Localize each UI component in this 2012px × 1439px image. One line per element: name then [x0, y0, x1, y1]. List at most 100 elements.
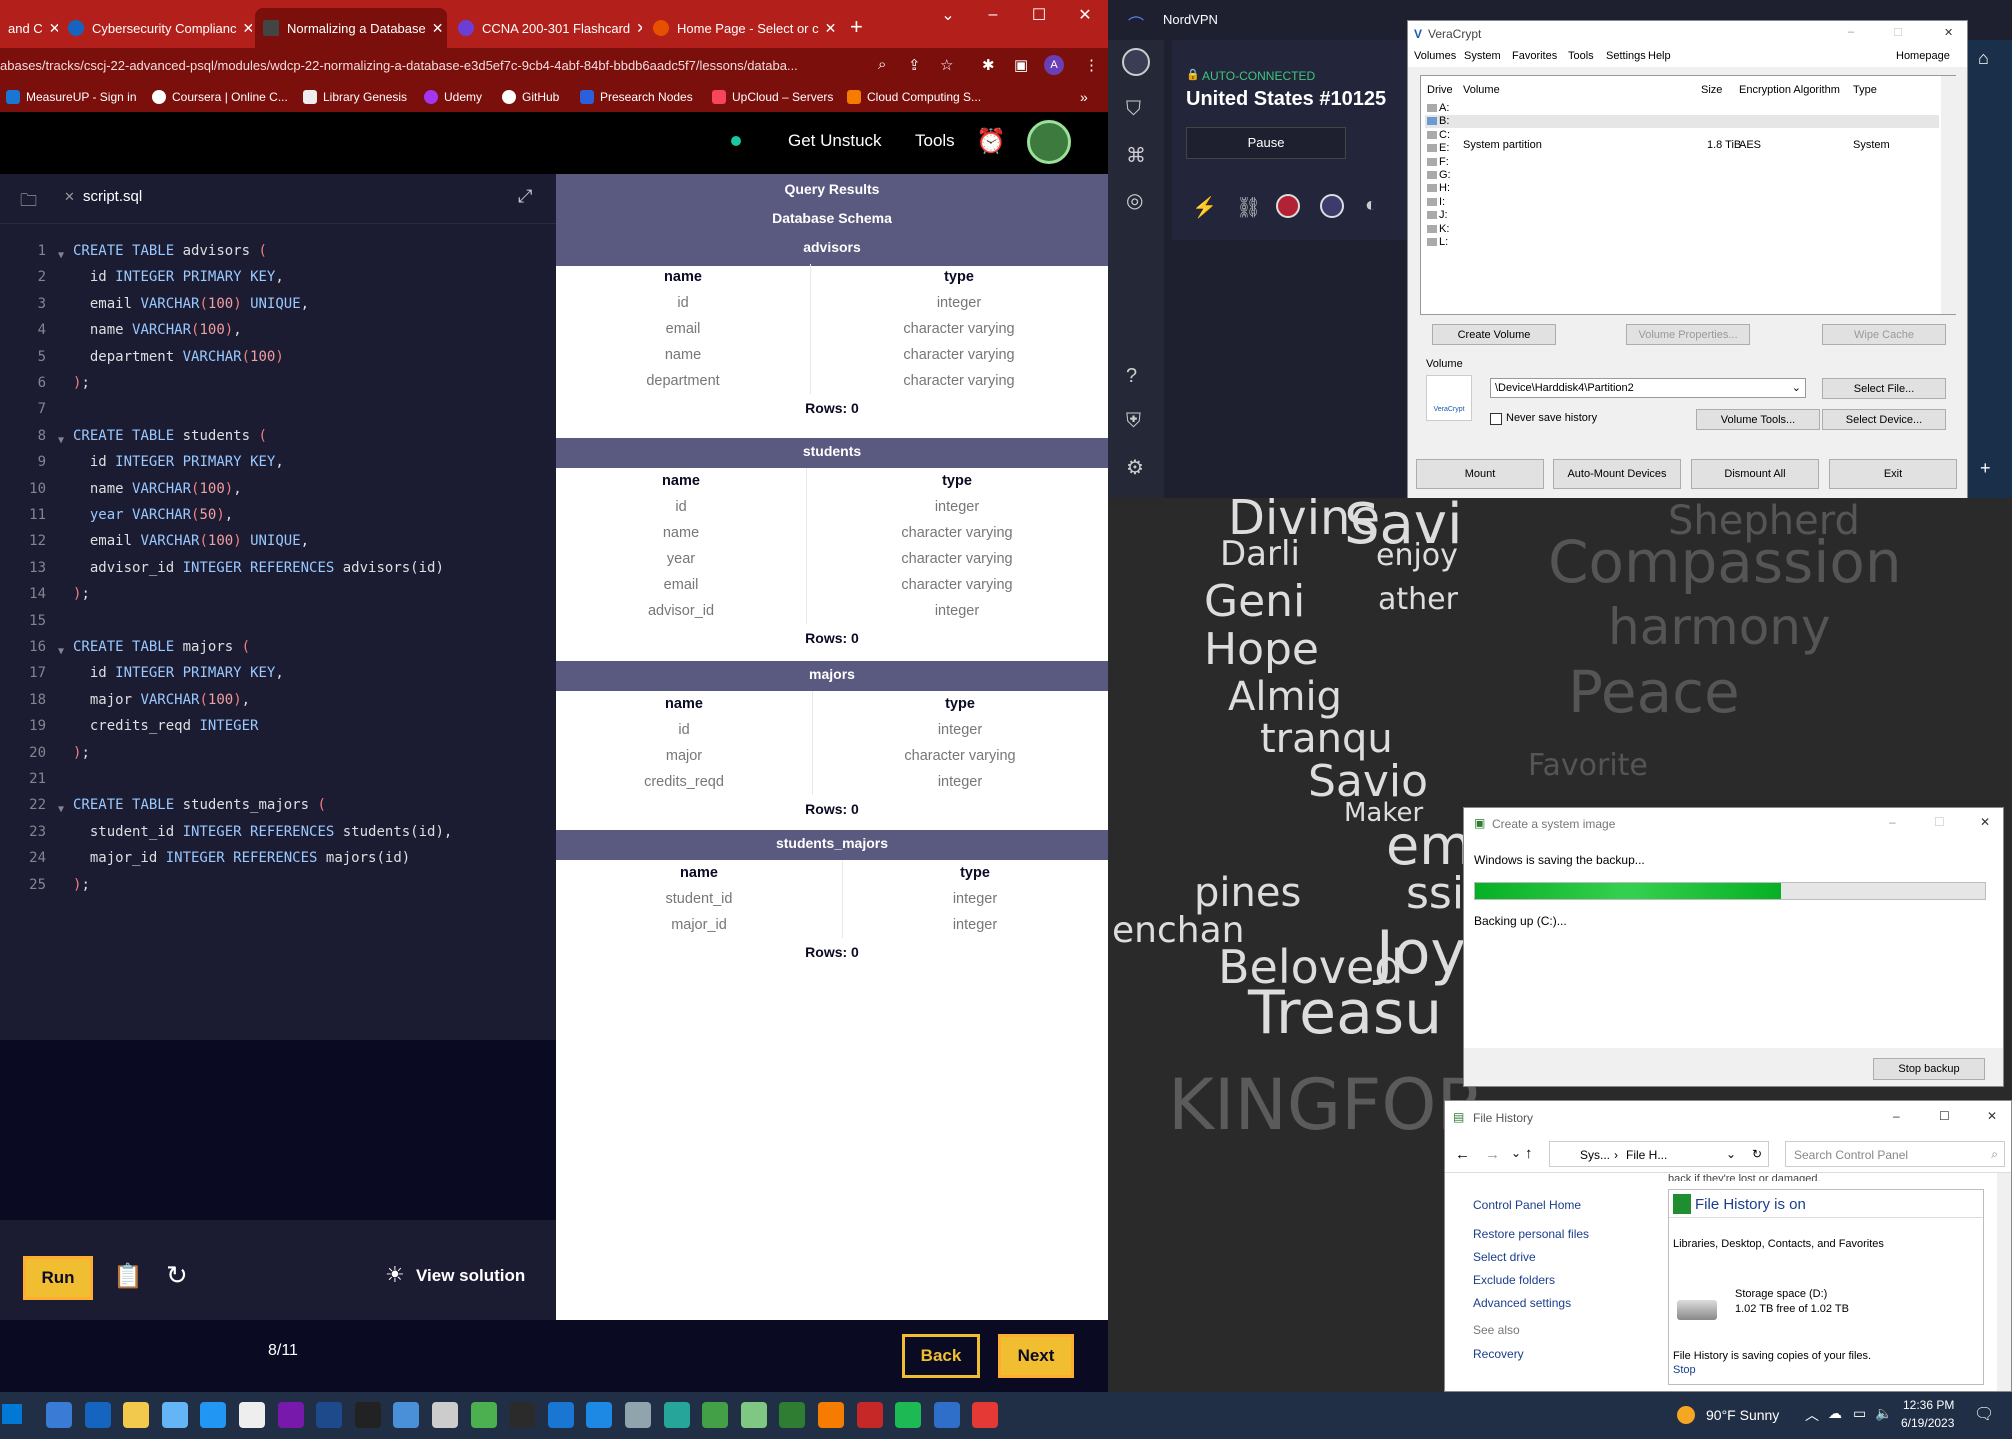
share-icon[interactable]: ⇪: [908, 56, 921, 74]
auto-mount-button[interactable]: Auto-Mount Devices: [1553, 459, 1681, 489]
close-icon[interactable]: ✕: [237, 20, 253, 37]
close-icon[interactable]: ✕: [1987, 1109, 1997, 1123]
scrollbar[interactable]: [1997, 1173, 2011, 1391]
side-link[interactable]: Restore personal files: [1473, 1227, 1589, 1241]
next-button[interactable]: Next: [998, 1334, 1074, 1378]
code-line[interactable]: CREATE TABLE advisors (: [73, 238, 267, 264]
minimize-icon[interactable]: –: [1848, 26, 1854, 38]
star-icon[interactable]: ☆: [940, 56, 953, 74]
select-file-button[interactable]: Select File...: [1822, 378, 1946, 399]
minimize-icon[interactable]: –: [970, 0, 1016, 30]
close-icon[interactable]: ✕: [426, 20, 444, 37]
clipboard-icon[interactable]: 📋: [113, 1262, 143, 1291]
stop-link[interactable]: Stop: [1673, 1364, 1696, 1376]
avatar[interactable]: [1027, 120, 1071, 164]
new-tab-icon[interactable]: +: [850, 14, 863, 40]
menu-help[interactable]: Help: [1648, 50, 1671, 62]
task-view-icon[interactable]: [46, 1402, 72, 1428]
menu-favorites[interactable]: Favorites: [1512, 50, 1557, 62]
address-bar[interactable]: abases/tracks/cscj-22-advanced-psql/modu…: [0, 48, 1108, 84]
spotify-icon[interactable]: [895, 1402, 922, 1428]
volume-path-combo[interactable]: \Device\Harddisk4\Partition2 ⌄: [1490, 378, 1806, 398]
drive-row[interactable]: J:: [1425, 209, 1939, 222]
file-tab-label[interactable]: script.sql: [83, 188, 142, 205]
drive-row[interactable]: E:: [1425, 142, 1939, 155]
keepass-icon[interactable]: [702, 1402, 729, 1428]
mount-button[interactable]: Mount: [1416, 459, 1544, 489]
code-line[interactable]: CREATE TABLE students (: [73, 423, 267, 449]
search-input[interactable]: Search Control Panel ⌕: [1785, 1141, 2005, 1167]
code-line[interactable]: );: [73, 370, 90, 396]
menu-icon[interactable]: ⋮: [1084, 56, 1099, 74]
tab-5[interactable]: Home Page - Select or c ✕: [645, 8, 837, 48]
fold-arrow-icon[interactable]: ▼: [58, 243, 64, 269]
back-arrow-icon[interactable]: ←: [1455, 1146, 1470, 1163]
tab-3-active[interactable]: Normalizing a Database ✕: [255, 8, 447, 48]
back-button[interactable]: Back: [902, 1334, 980, 1378]
spinner-icon[interactable]: [779, 1402, 806, 1428]
help-icon[interactable]: ?: [1126, 365, 1137, 388]
store-icon[interactable]: [161, 1402, 188, 1428]
settings-icon[interactable]: [432, 1402, 458, 1428]
close-icon[interactable]: ✕: [1980, 815, 1990, 829]
col-volume[interactable]: Volume: [1463, 84, 1500, 96]
us-flag-icon[interactable]: [1276, 194, 1300, 218]
onion-icon[interactable]: ◐: [1365, 194, 1377, 217]
tab-1[interactable]: and C ✕: [0, 8, 58, 48]
close-icon[interactable]: ✕: [43, 20, 58, 37]
view-solution-button[interactable]: View solution: [416, 1266, 525, 1286]
clock-time[interactable]: 12:36 PM: [1903, 1398, 1954, 1412]
fold-arrow-icon[interactable]: ▼: [58, 428, 64, 454]
drive-row[interactable]: L:: [1425, 236, 1939, 249]
pycharm-icon[interactable]: [509, 1402, 536, 1428]
never-save-label[interactable]: Never save history: [1506, 412, 1597, 424]
vscode-icon[interactable]: [818, 1402, 844, 1428]
stop-backup-button[interactable]: Stop backup: [1873, 1058, 1985, 1080]
publisher-icon[interactable]: [547, 1402, 574, 1428]
weather-text[interactable]: 90°F Sunny: [1706, 1407, 1779, 1423]
refresh-icon[interactable]: ↻: [1752, 1147, 1762, 1161]
code-line[interactable]: name VARCHAR(100),: [73, 317, 242, 343]
chevron-down-icon[interactable]: ⌄: [1726, 1147, 1736, 1161]
code-line[interactable]: id INTEGER PRIMARY KEY,: [73, 660, 284, 686]
7zip-icon[interactable]: [239, 1402, 265, 1428]
chevron-down-icon[interactable]: ⌄: [1511, 1146, 1521, 1160]
tab-2[interactable]: Cybersecurity Complianc ✕: [60, 8, 252, 48]
extensions-icon[interactable]: ✱: [982, 56, 995, 74]
lightning-icon[interactable]: ⚡: [1192, 195, 1217, 220]
drive-row[interactable]: I:: [1425, 196, 1939, 209]
close-icon[interactable]: ✕: [819, 20, 837, 37]
tray-chevron-icon[interactable]: ︿: [1805, 1405, 1819, 1425]
remote-desktop-icon[interactable]: [393, 1402, 420, 1428]
menu-settings[interactable]: Settings: [1606, 50, 1646, 62]
tools-link[interactable]: Tools: [915, 131, 955, 151]
widgets-icon[interactable]: [84, 1402, 111, 1428]
close-icon[interactable]: ✕: [630, 20, 642, 37]
onenote-icon[interactable]: [277, 1402, 304, 1428]
drive-row[interactable]: G:: [1425, 169, 1939, 182]
zoom-in-icon[interactable]: +: [1980, 458, 1991, 479]
code-line[interactable]: CREATE TABLE majors (: [73, 634, 250, 660]
game-icon[interactable]: [740, 1402, 767, 1428]
close-window-icon[interactable]: ✕: [1062, 0, 1108, 30]
code-line[interactable]: id INTEGER PRIMARY KEY,: [73, 449, 284, 475]
minimize-icon[interactable]: –: [1889, 815, 1896, 829]
drive-row[interactable]: K:: [1425, 223, 1939, 236]
forward-arrow-icon[interactable]: →: [1485, 1146, 1500, 1163]
side-link[interactable]: Advanced settings: [1473, 1296, 1571, 1310]
profile-avatar[interactable]: A: [1044, 55, 1064, 75]
wipe-cache-button[interactable]: Wipe Cache: [1822, 324, 1946, 345]
explorer-icon[interactable]: [123, 1402, 150, 1428]
tab-search-icon[interactable]: ⌄: [925, 0, 971, 30]
drive-row[interactable]: A:: [1425, 102, 1939, 115]
notification-icon[interactable]: 🗨: [1974, 1404, 1994, 1424]
scrollbar[interactable]: [1941, 76, 1956, 314]
code-line[interactable]: email VARCHAR(100) UNIQUE,: [73, 528, 309, 554]
menu-system[interactable]: System: [1464, 50, 1501, 62]
breadcrumb[interactable]: Sys... › File H... ⌄ ↻: [1549, 1141, 1769, 1167]
bookmark-measureup[interactable]: MeasureUP - Sign in: [6, 90, 137, 104]
recovery-link[interactable]: Recovery: [1473, 1347, 1524, 1361]
code-line[interactable]: );: [73, 581, 90, 607]
zoom-icon[interactable]: ⌕: [878, 56, 886, 73]
volume-tools-button[interactable]: Volume Tools...: [1696, 409, 1820, 430]
